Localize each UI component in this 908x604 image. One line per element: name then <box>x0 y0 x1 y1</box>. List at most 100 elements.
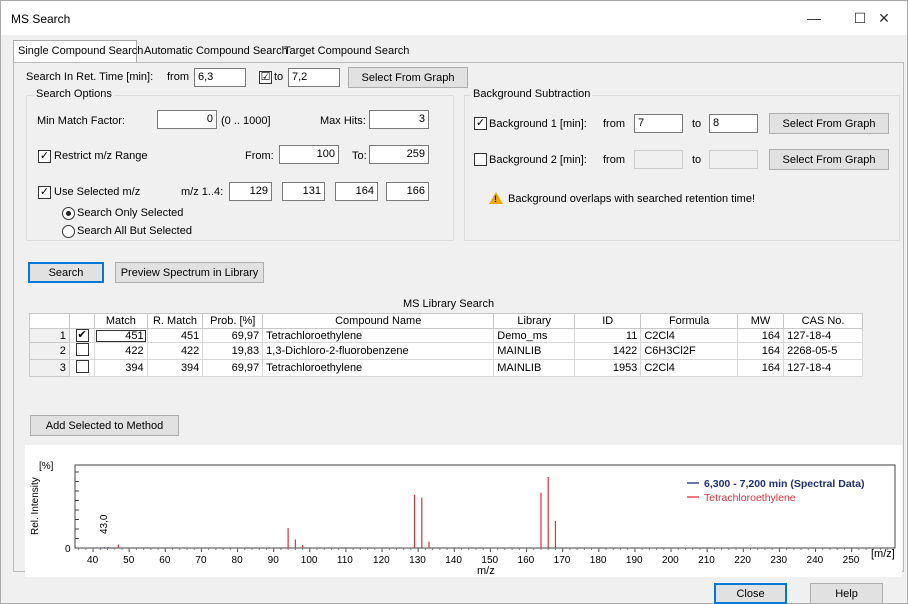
col-header-library[interactable]: Library <box>493 313 576 329</box>
ret-time-to-input[interactable]: 7,2 <box>288 68 340 87</box>
y-axis-label: Rel. Intensity <box>30 477 41 535</box>
cell-prob[interactable]: 69,97 <box>202 328 264 343</box>
cell-mw[interactable]: 164 <box>736 342 785 360</box>
background2-to-input[interactable] <box>709 150 758 169</box>
select-from-graph-bg2-button[interactable]: Select From Graph <box>769 149 889 170</box>
search-button[interactable]: Search <box>28 262 104 283</box>
cell-id[interactable]: 11 <box>574 328 642 343</box>
row-index[interactable]: 1 <box>29 328 70 343</box>
x-tick-label: 140 <box>445 555 462 566</box>
cell-library[interactable]: MAINLIB <box>493 342 576 360</box>
cell-rmatch[interactable]: 422 <box>146 342 204 360</box>
cell-compound-name[interactable]: 1,3-Dichloro-2-fluorobenzene <box>262 342 495 360</box>
mz-list-label: m/z 1..4: <box>181 186 224 198</box>
background2-checkbox[interactable] <box>474 153 487 166</box>
row-check-mark[interactable] <box>75 360 89 373</box>
cell-match[interactable]: 394 <box>94 359 148 377</box>
cell-rmatch[interactable]: 394 <box>146 359 204 377</box>
col-header-mw[interactable]: MW <box>736 313 785 329</box>
x-tick-label: 200 <box>662 555 679 566</box>
row-index[interactable]: 2 <box>29 342 70 360</box>
mz4-input[interactable]: 166 <box>386 182 429 201</box>
cell-cas[interactable]: 2268-05-5 <box>783 342 863 360</box>
cell-match[interactable]: 451 <box>94 328 148 343</box>
cell-library[interactable]: MAINLIB <box>493 359 576 377</box>
row-index[interactable]: 3 <box>29 359 70 377</box>
background1-from-input[interactable]: 7 <box>634 114 683 133</box>
results-header-row: Match R. Match Prob. [%] Compound Name L… <box>29 313 863 329</box>
tab-automatic-compound-search[interactable]: Automatic Compound Search <box>140 42 292 62</box>
ret-time-to-checkbox[interactable]: ☑ <box>259 71 272 84</box>
background1-checkbox[interactable]: ✓ <box>474 117 487 130</box>
col-header-formula[interactable]: Formula <box>640 313 738 329</box>
cell-formula[interactable]: C6H3Cl2F <box>640 342 738 360</box>
spectrum-chart[interactable]: [%] Rel. Intensity m/z [m/z] 0 40 50 60 70 80… <box>25 445 902 577</box>
peak-annotation: 43,0 <box>99 514 110 534</box>
preview-spectrum-button[interactable]: Preview Spectrum in Library <box>115 262 264 283</box>
x-tick-label: 100 <box>301 555 318 566</box>
table-row[interactable]: 3 394 394 69,97 Tetrachloroethylene MAIN… <box>29 359 863 377</box>
cell-compound-name[interactable]: Tetrachloroethylene <box>262 328 495 343</box>
cell-cas[interactable]: 127-18-4 <box>783 328 863 343</box>
col-header-rmatch[interactable]: R. Match <box>146 313 204 329</box>
help-button[interactable]: Help <box>810 583 883 604</box>
col-header-cas[interactable]: CAS No. <box>783 313 863 329</box>
col-header-id[interactable]: ID <box>574 313 642 329</box>
select-from-graph-bg1-button[interactable]: Select From Graph <box>769 113 889 134</box>
add-selected-to-method-button[interactable]: Add Selected to Method <box>30 415 179 436</box>
mz2-input[interactable]: 131 <box>282 182 325 201</box>
x-tick-label: 160 <box>518 555 535 566</box>
cell-formula[interactable]: C2Cl4 <box>640 328 738 343</box>
row-checkbox[interactable] <box>68 359 96 377</box>
use-selected-mz-checkbox[interactable]: ✓ <box>38 186 51 199</box>
cell-id[interactable]: 1953 <box>574 359 642 377</box>
spectrum-svg[interactable]: [%] Rel. Intensity m/z [m/z] 0 40 50 60 70 80… <box>25 445 902 577</box>
col-header-prob[interactable]: Prob. [%] <box>202 313 264 329</box>
row-checkbox[interactable] <box>68 342 96 360</box>
search-all-but-selected-radio[interactable] <box>62 225 75 238</box>
cell-mw[interactable]: 164 <box>736 359 785 377</box>
tab-single-compound-search[interactable]: Single Compound Search <box>13 40 143 62</box>
cell-rmatch[interactable]: 451 <box>146 328 204 343</box>
select-from-graph-ret-button[interactable]: Select From Graph <box>348 67 468 88</box>
table-row[interactable]: 1 ✔ 451 451 69,97 Tetrachloroethylene De… <box>29 328 863 343</box>
cell-id[interactable]: 1422 <box>574 342 642 360</box>
legend-entry: 6,300 - 7,200 min (Spectral Data) <box>704 478 865 490</box>
cell-match[interactable]: 422 <box>94 342 148 360</box>
col-header-compound-name[interactable]: Compound Name <box>262 313 495 329</box>
table-row[interactable]: 2 422 422 19,83 1,3-Dichloro-2-fluoroben… <box>29 342 863 360</box>
mz-from-input[interactable]: 100 <box>279 145 339 164</box>
cell-formula[interactable]: C2Cl4 <box>640 359 738 377</box>
max-hits-label: Max Hits: <box>320 115 366 127</box>
row-check-mark[interactable] <box>75 343 89 356</box>
search-only-selected-radio[interactable] <box>62 207 75 220</box>
background2-to-label: to <box>692 154 702 166</box>
close-window-button[interactable]: ✕ <box>861 1 907 35</box>
mz3-input[interactable]: 164 <box>335 182 378 201</box>
col-header-index[interactable] <box>29 313 70 329</box>
restrict-mz-checkbox[interactable]: ✓ <box>38 150 51 163</box>
cell-mw[interactable]: 164 <box>736 328 785 343</box>
minimize-button[interactable]: — <box>791 1 837 35</box>
cell-library[interactable]: Demo_ms <box>493 328 576 343</box>
max-hits-input[interactable]: 3 <box>369 110 429 129</box>
cell-prob[interactable]: 19,83 <box>202 342 264 360</box>
col-header-match[interactable]: Match <box>94 313 148 329</box>
cell-prob[interactable]: 69,97 <box>202 359 264 377</box>
results-table: Match R. Match Prob. [%] Compound Name L… <box>29 313 863 377</box>
mz1-input[interactable]: 129 <box>229 182 272 201</box>
mz-to-input[interactable]: 259 <box>369 145 429 164</box>
col-header-check[interactable] <box>68 313 96 329</box>
min-match-input[interactable]: 0 <box>157 110 217 129</box>
cell-cas[interactable]: 127-18-4 <box>783 359 863 377</box>
row-check-mark[interactable]: ✔ <box>75 329 89 342</box>
row-checkbox[interactable]: ✔ <box>68 328 96 343</box>
close-button[interactable]: Close <box>714 583 787 604</box>
ret-time-from-input[interactable]: 6,3 <box>194 68 246 87</box>
cell-compound-name[interactable]: Tetrachloroethylene <box>262 359 495 377</box>
x-tick-label: 180 <box>590 555 607 566</box>
background1-to-input[interactable]: 8 <box>709 114 758 133</box>
background2-from-input[interactable] <box>634 150 683 169</box>
x-tick-label: 70 <box>195 555 207 566</box>
tab-target-compound-search[interactable]: Target Compound Search <box>280 42 413 62</box>
